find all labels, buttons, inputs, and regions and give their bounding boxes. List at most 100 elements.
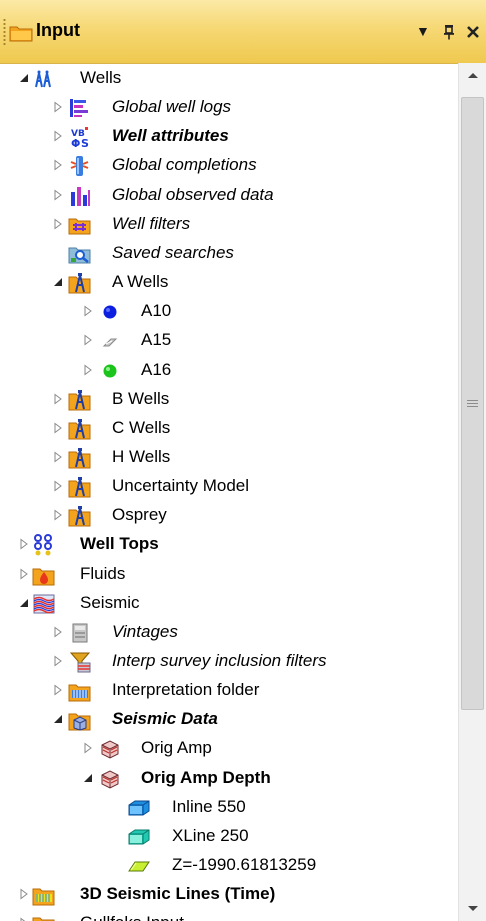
- expand-arrow-icon[interactable]: [52, 509, 64, 521]
- filter-funnel-icon: [69, 652, 91, 673]
- tree-node[interactable]: Seismic: [0, 589, 458, 618]
- tree-node-label: B Wells: [112, 388, 170, 408]
- tree-node-label: Well attributes: [112, 126, 229, 146]
- tree-node-label: XLine 250: [172, 825, 249, 845]
- tree-node[interactable]: A15: [0, 326, 458, 355]
- expand-arrow-icon[interactable]: [52, 626, 64, 638]
- tree-node-label: 3D Seismic Lines (Time): [80, 884, 276, 904]
- expand-arrow-icon[interactable]: [52, 189, 64, 201]
- tree-node-label: H Wells: [112, 446, 171, 466]
- tree-node-label: Uncertainty Model: [112, 476, 250, 496]
- tree-node-label: Well filters: [112, 213, 191, 233]
- tree-node-label: A10: [141, 301, 172, 321]
- collapse-arrow-icon[interactable]: [52, 713, 64, 725]
- scroll-down-icon[interactable]: [459, 895, 486, 921]
- scroll-up-icon[interactable]: [459, 63, 486, 89]
- tree-node[interactable]: Well Tops: [0, 530, 458, 559]
- tree-node[interactable]: Gullfaks Input: [0, 909, 458, 921]
- close-icon[interactable]: [466, 25, 480, 39]
- expand-arrow-icon[interactable]: [82, 742, 94, 754]
- scroll-thumb[interactable]: [461, 97, 484, 710]
- tree-node[interactable]: Fluids: [0, 560, 458, 589]
- saved-searches-icon: [68, 247, 91, 264]
- tree-node-label: Interp survey inclusion filters: [112, 651, 327, 670]
- tree-node[interactable]: Osprey: [0, 501, 458, 530]
- green-dot-icon: [103, 364, 117, 377]
- tree-node[interactable]: Interpretation folder: [0, 676, 458, 705]
- tree-node[interactable]: Saved searches: [0, 239, 458, 268]
- tree-node[interactable]: Global completions: [0, 151, 458, 180]
- expand-arrow-icon[interactable]: [52, 101, 64, 113]
- tree-node-label: Global well logs: [112, 97, 232, 117]
- expand-arrow-icon[interactable]: [52, 480, 64, 492]
- tree-node-label: A15: [141, 330, 172, 350]
- global-well-logs-icon: [70, 99, 88, 118]
- expand-arrow-icon[interactable]: [52, 655, 64, 667]
- tree-node[interactable]: A Wells: [0, 268, 458, 297]
- panel-title: Input: [36, 20, 80, 40]
- tree-node[interactable]: B Wells: [0, 385, 458, 414]
- tree-node[interactable]: Orig Amp: [0, 734, 458, 763]
- tree-node[interactable]: Global well logs: [0, 93, 458, 122]
- tree-node[interactable]: Vintages: [0, 618, 458, 647]
- tree-node[interactable]: C Wells: [0, 414, 458, 443]
- inline-slice-icon: [128, 800, 150, 816]
- tree-node[interactable]: A10: [0, 297, 458, 326]
- collapse-arrow-icon[interactable]: [82, 772, 94, 784]
- dropdown-button[interactable]: ▼: [416, 20, 430, 42]
- tree-node[interactable]: 3D Seismic Lines (Time): [0, 880, 458, 909]
- svg-text:Φ: Φ: [71, 137, 80, 149]
- well-folder-icon: [68, 418, 91, 440]
- z-slice-icon: [128, 861, 150, 872]
- expand-arrow-icon[interactable]: [82, 305, 94, 317]
- global-completions-icon: [70, 156, 89, 177]
- tree-node-label: Fluids: [80, 563, 126, 583]
- tree-node[interactable]: Global observed data: [0, 181, 458, 210]
- vertical-scrollbar[interactable]: [458, 63, 486, 921]
- tree-node[interactable]: A16: [0, 356, 458, 385]
- tree-node-label: Z=-1990.61813259: [172, 855, 317, 875]
- expand-arrow-icon[interactable]: [18, 888, 30, 900]
- collapse-arrow-icon[interactable]: [52, 276, 64, 288]
- pin-icon[interactable]: [443, 24, 455, 40]
- expand-arrow-icon[interactable]: [52, 451, 64, 463]
- expand-arrow-icon[interactable]: [52, 130, 64, 142]
- expand-arrow-icon[interactable]: [18, 568, 30, 580]
- tree-node[interactable]: Uncertainty Model: [0, 472, 458, 501]
- expand-arrow-icon[interactable]: [52, 218, 64, 230]
- seismic-cube-icon: [101, 770, 119, 789]
- thumb-grip-icon: [467, 398, 478, 409]
- expand-arrow-icon[interactable]: [52, 422, 64, 434]
- tree-node[interactable]: Z=-1990.61813259: [0, 851, 458, 880]
- tree-node[interactable]: H Wells: [0, 443, 458, 472]
- tree-node[interactable]: Inline 550: [0, 793, 458, 822]
- expand-arrow-icon[interactable]: [52, 684, 64, 696]
- tree-node[interactable]: Well filters: [0, 210, 458, 239]
- tree-node[interactable]: XLine 250: [0, 822, 458, 851]
- expand-arrow-icon[interactable]: [82, 334, 94, 346]
- vintages-icon: [72, 623, 88, 643]
- input-tree: Wells Global well logs V B Φ S Well attributes…: [0, 63, 458, 921]
- seismic-lines-folder-icon: [32, 888, 55, 906]
- tree-node-label: A Wells: [112, 272, 169, 292]
- tree-node[interactable]: Interp survey inclusion filters: [0, 647, 458, 676]
- tree-node[interactable]: Wells: [0, 64, 458, 93]
- expand-arrow-icon[interactable]: [18, 917, 30, 921]
- tree-node[interactable]: Orig Amp Depth: [0, 764, 458, 793]
- well-folder-icon: [68, 506, 91, 527]
- well-attributes-icon: V BΦ S: [71, 127, 89, 149]
- collapse-arrow-icon[interactable]: [18, 72, 30, 84]
- folder-icon: [9, 26, 33, 42]
- tree-node[interactable]: Seismic Data: [0, 705, 458, 734]
- expand-arrow-icon[interactable]: [82, 364, 94, 376]
- expand-arrow-icon[interactable]: [18, 538, 30, 550]
- expand-arrow-icon[interactable]: [52, 159, 64, 171]
- panel-grip[interactable]: [3, 18, 6, 46]
- observed-data-icon: [71, 186, 90, 206]
- tree-node-label: Well Tops: [80, 534, 159, 554]
- collapse-arrow-icon[interactable]: [18, 597, 30, 609]
- expand-arrow-icon[interactable]: [52, 393, 64, 405]
- tree-node[interactable]: V B Φ S Well attributes: [0, 122, 458, 151]
- folder-icon: [32, 917, 55, 921]
- tree-node-label: Interpretation folder: [112, 680, 260, 700]
